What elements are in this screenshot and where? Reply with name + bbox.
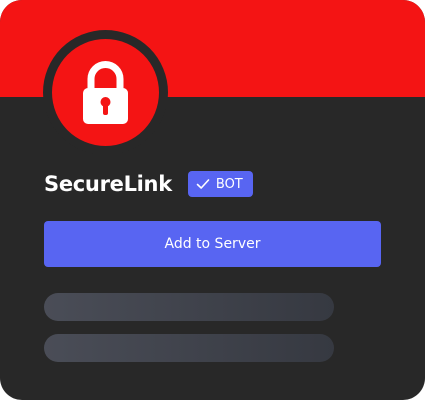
avatar-ring	[43, 30, 168, 155]
checkmark-icon	[196, 179, 210, 189]
bot-name: SecureLink	[44, 172, 172, 196]
add-to-server-button[interactable]: Add to Server	[44, 221, 381, 267]
bot-badge: BOT	[187, 171, 253, 197]
avatar	[52, 39, 159, 146]
lock-icon	[83, 61, 128, 124]
bot-name-row: SecureLink BOT	[44, 169, 253, 199]
placeholder-line	[44, 293, 334, 321]
add-to-server-label: Add to Server	[164, 236, 261, 252]
bot-profile-card: SecureLink BOT Add to Server	[0, 0, 425, 400]
placeholder-line	[44, 334, 334, 362]
bot-badge-label: BOT	[215, 176, 243, 192]
